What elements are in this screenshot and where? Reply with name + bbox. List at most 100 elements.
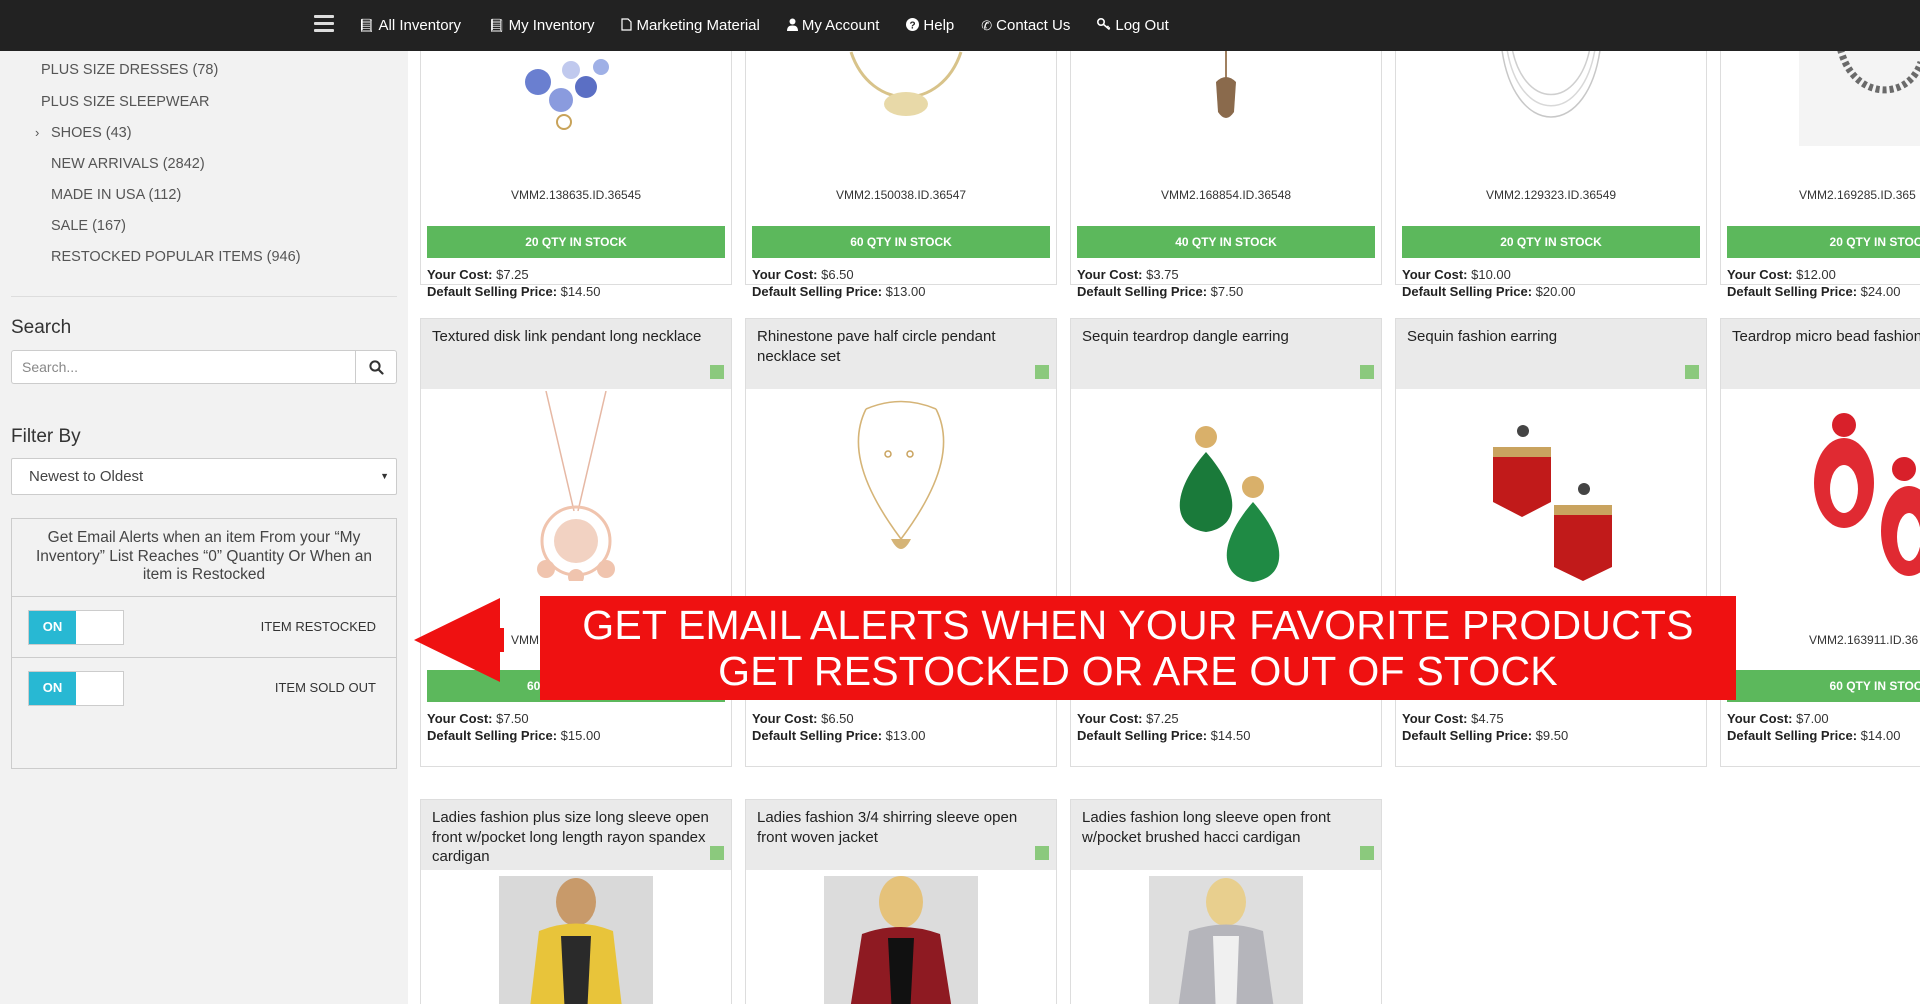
product-card[interactable]: Teardrop micro bead fashion VMM2.163911.…	[1720, 318, 1920, 767]
product-card[interactable]: VMM2.150038.ID.36547 60 QTY IN STOCK You…	[745, 51, 1057, 299]
product-card[interactable]: Ladies fashion long sleeve open front w/…	[1070, 799, 1382, 1004]
nav-log-out[interactable]: Log Out	[1097, 17, 1169, 34]
sold-out-toggle[interactable]: ON	[28, 671, 124, 706]
product-title[interactable]: Ladies fashion plus size long sleeve ope…	[432, 808, 714, 867]
nav-my-account[interactable]: My Account	[786, 17, 879, 34]
product-image	[849, 51, 963, 116]
availability-indicator	[1035, 365, 1049, 379]
search-input[interactable]	[11, 350, 355, 384]
product-card[interactable]: Ladies fashion plus size long sleeve ope…	[420, 799, 732, 1004]
product-title[interactable]: Ladies fashion 3/4 shirring sleeve open …	[757, 808, 1039, 847]
default-price: Default Selling Price: $9.50	[1402, 728, 1569, 743]
product-sku: VMM2.163911.ID.36	[1809, 633, 1919, 647]
availability-indicator	[710, 846, 724, 860]
category-restocked-popular[interactable]: RESTOCKED POPULAR ITEMS (946)	[51, 249, 301, 265]
card-header: Teardrop micro bead fashion	[1721, 319, 1920, 389]
restocked-label: ITEM RESTOCKED	[260, 619, 376, 634]
product-title[interactable]: Textured disk link pendant long necklace	[432, 327, 714, 347]
category-shoes[interactable]: › SHOES (43)	[35, 125, 132, 141]
default-price: Default Selling Price: $7.50	[1077, 284, 1244, 299]
sort-select[interactable]: Newest to Oldest ▼	[11, 458, 397, 495]
card-header: Rhinestone pave half circle pendant neck…	[746, 319, 1056, 389]
product-title[interactable]: Ladies fashion long sleeve open front w/…	[1082, 808, 1364, 847]
stock-button[interactable]: 20 QTY IN STOCK	[1402, 226, 1700, 258]
category-new-arrivals[interactable]: NEW ARRIVALS (2842)	[51, 156, 205, 172]
product-image	[537, 391, 615, 581]
nav-help[interactable]: ? Help	[906, 17, 954, 34]
category-plus-size-sleepwear[interactable]: PLUS SIZE SLEEPWEAR	[41, 94, 209, 110]
search-button[interactable]	[355, 350, 397, 384]
your-cost: Your Cost: $7.50	[427, 711, 529, 726]
product-image	[1149, 876, 1303, 1004]
product-title[interactable]: Sequin teardrop dangle earring	[1082, 327, 1364, 347]
product-image	[525, 59, 609, 130]
product-card[interactable]: VMM2.129323.ID.36549 20 QTY IN STOCK You…	[1395, 51, 1707, 299]
your-cost: Your Cost: $6.50	[752, 711, 854, 726]
search-heading: Search	[11, 317, 72, 338]
product-image	[1814, 413, 1920, 576]
default-price: Default Selling Price: $20.00	[1402, 284, 1576, 299]
category-sale[interactable]: SALE (167)	[51, 218, 126, 234]
product-title[interactable]: Sequin fashion earring	[1407, 327, 1689, 347]
card-header: Sequin teardrop dangle earring	[1071, 319, 1381, 389]
nav-my-inventory[interactable]: 📘︎ My Inventory	[488, 17, 594, 34]
chevron-right-icon[interactable]: ›	[35, 125, 39, 140]
sold-out-label: ITEM SOLD OUT	[274, 680, 376, 695]
search-icon	[368, 359, 384, 375]
product-image	[824, 876, 978, 1004]
card-header: Sequin fashion earring	[1396, 319, 1706, 389]
arrow-left-icon	[414, 598, 504, 682]
phone-icon: ✆	[981, 17, 993, 33]
file-icon	[621, 17, 633, 34]
promo-callout-banner: GET EMAIL ALERTS WHEN YOUR FAVORITE PROD…	[540, 596, 1736, 700]
search-box	[11, 350, 397, 384]
stock-button[interactable]: 40 QTY IN STOCK	[1077, 226, 1375, 258]
stock-button[interactable]: 60 QTY IN STOCK	[752, 226, 1050, 258]
hamburger-menu-icon[interactable]	[314, 15, 334, 33]
your-cost: Your Cost: $12.00	[1727, 267, 1836, 282]
product-image	[1216, 51, 1236, 118]
product-card[interactable]: VMM2.169285.ID.365 20 QTY IN STOC Your C…	[1720, 51, 1920, 299]
default-price: Default Selling Price: $14.50	[1077, 728, 1251, 743]
product-image	[1501, 51, 1601, 118]
product-image	[1799, 51, 1920, 146]
question-icon: ?	[906, 17, 920, 34]
default-price: Default Selling Price: $13.00	[752, 284, 926, 299]
nav-marketing-material[interactable]: Marketing Material	[621, 17, 760, 34]
default-price: Default Selling Price: $14.00	[1727, 728, 1901, 743]
availability-indicator	[1685, 365, 1699, 379]
category-plus-size-dresses[interactable]: PLUS SIZE DRESSES (78)	[41, 62, 218, 78]
availability-indicator	[1360, 846, 1374, 860]
stock-button[interactable]: 20 QTY IN STOCK	[427, 226, 725, 258]
key-icon	[1097, 17, 1111, 33]
product-card[interactable]: VMM2.168854.ID.36548 40 QTY IN STOCK You…	[1070, 51, 1382, 299]
alert-description: Get Email Alerts when an item From your …	[36, 529, 372, 583]
stock-button[interactable]: 20 QTY IN STOC	[1727, 226, 1920, 258]
default-price: Default Selling Price: $15.00	[427, 728, 601, 743]
stock-button[interactable]: 60 QTY IN STOC	[1727, 670, 1920, 702]
nav-contact-us[interactable]: ✆ Contact Us	[981, 17, 1070, 34]
default-price: Default Selling Price: $14.50	[427, 284, 601, 299]
availability-indicator	[1360, 365, 1374, 379]
your-cost: Your Cost: $6.50	[752, 267, 854, 282]
email-alert-panel: Get Email Alerts when an item From your …	[11, 518, 397, 769]
card-header: Ladies fashion 3/4 shirring sleeve open …	[746, 800, 1056, 870]
your-cost: Your Cost: $7.25	[1077, 711, 1179, 726]
restocked-toggle[interactable]: ON	[28, 610, 124, 645]
product-sku: VMM2.129323.ID.36549	[1485, 188, 1617, 202]
nav-all-inventory[interactable]: 📘︎ All Inventory	[358, 17, 461, 34]
category-made-in-usa[interactable]: MADE IN USA (112)	[51, 187, 181, 203]
nav-links: 📘︎ All Inventory 📘︎ My Inventory Marketing…	[358, 0, 1196, 51]
user-icon	[786, 18, 798, 34]
product-sku: VMM2.169285.ID.365	[1799, 188, 1916, 202]
svg-text:?: ?	[910, 20, 916, 31]
product-card[interactable]: VMM2.138635.ID.36545 20 QTY IN STOCK You…	[420, 51, 732, 299]
alert-row-sold-out: ON ITEM SOLD OUT	[12, 657, 396, 718]
product-sku: VMM2.150038.ID.36547	[835, 188, 967, 202]
book-icon: 📘︎	[358, 17, 375, 33]
product-sku: VMM2.138635.ID.36545	[510, 188, 642, 202]
caret-down-icon: ▼	[380, 471, 389, 481]
product-title[interactable]: Rhinestone pave half circle pendant neck…	[757, 327, 1039, 366]
product-card[interactable]: Ladies fashion 3/4 shirring sleeve open …	[745, 799, 1057, 1004]
product-title[interactable]: Teardrop micro bead fashion	[1732, 327, 1920, 347]
